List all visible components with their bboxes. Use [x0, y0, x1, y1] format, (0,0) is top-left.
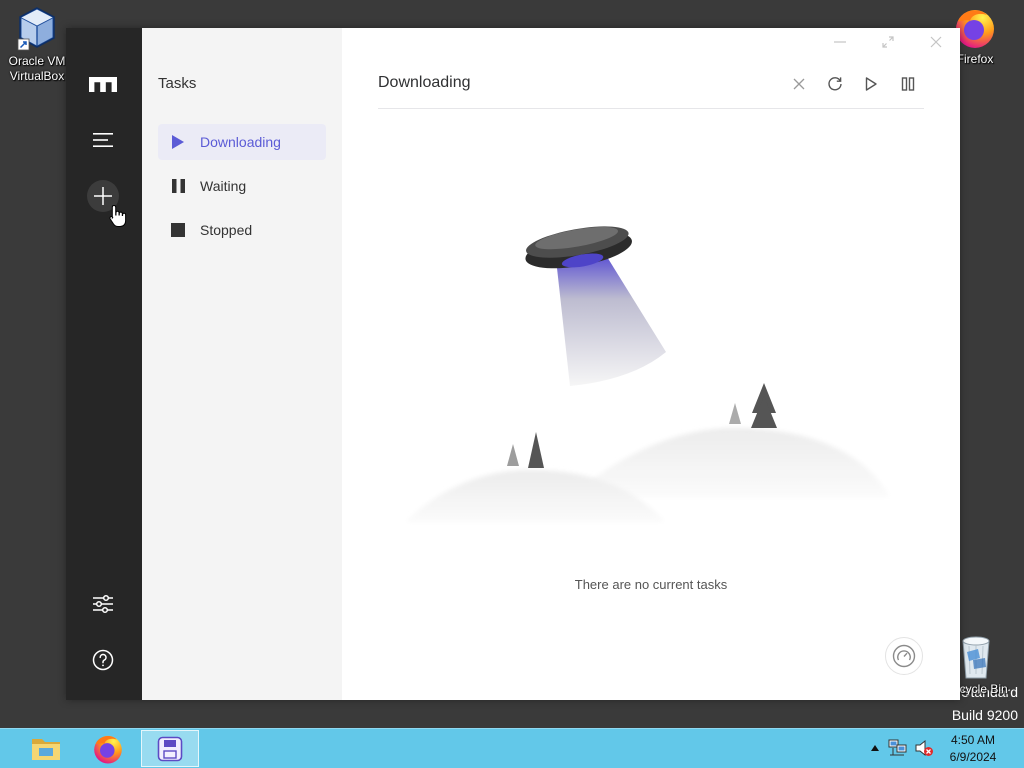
task-filter-downloading[interactable]: Downloading: [158, 124, 326, 160]
os-watermark-build: Build 9200: [951, 707, 1018, 723]
play-icon: [158, 135, 198, 149]
app-sidebar: [66, 28, 142, 700]
task-filter-label: Stopped: [200, 222, 253, 238]
pause-all-icon: [901, 77, 915, 91]
pause-all-button[interactable]: [898, 74, 918, 94]
tasks-panel-title: Tasks: [158, 75, 197, 92]
resume-all-button[interactable]: [861, 74, 881, 94]
network-icon[interactable]: [888, 739, 908, 757]
add-task-icon: [94, 187, 112, 205]
tree-right-large: [751, 383, 777, 428]
taskbar-app-firefox[interactable]: [79, 730, 137, 767]
light-beam: [556, 252, 666, 386]
stop-icon: [158, 223, 198, 237]
motrix-window: Tasks Downloading Waiting Stopped Downlo…: [66, 28, 960, 700]
file-explorer-icon: [32, 738, 60, 760]
maximize-icon: [882, 36, 894, 48]
menu-button[interactable]: [87, 124, 119, 156]
help-icon: [92, 649, 114, 671]
taskbar: 4:50 AM 6/9/2024: [0, 728, 1024, 768]
show-hidden-icons-arrow[interactable]: [869, 743, 881, 753]
close-icon: [930, 36, 942, 48]
clock-time[interactable]: 4:50 AM: [944, 733, 1002, 747]
empty-state-message: There are no current tasks: [574, 577, 728, 592]
settings-button[interactable]: [87, 588, 119, 620]
desktop-icon-label: VirtualBox: [9, 69, 65, 83]
delete-tasks-button[interactable]: [789, 74, 809, 94]
minimize-button[interactable]: [832, 34, 848, 50]
pause-icon: [158, 179, 198, 193]
taskbar-app-file-explorer[interactable]: [17, 730, 75, 767]
header-divider: [378, 108, 924, 109]
help-button[interactable]: [87, 644, 119, 676]
delete-icon: [793, 78, 805, 90]
speedometer-icon: [892, 644, 916, 668]
tree-left-large: [528, 432, 544, 468]
minimize-icon: [834, 41, 846, 43]
refresh-icon: [828, 77, 842, 91]
motrix-icon: [157, 736, 183, 761]
hill-right: [570, 428, 890, 497]
firefox-icon: [94, 735, 122, 764]
tasks-panel: Tasks Downloading Waiting Stopped: [142, 28, 342, 700]
task-filter-stopped[interactable]: Stopped: [158, 212, 326, 248]
close-button[interactable]: [928, 34, 944, 50]
volume-muted-icon[interactable]: [914, 739, 934, 757]
motrix-logo[interactable]: [87, 68, 119, 100]
tree-right-small: [729, 403, 741, 424]
page-title: Downloading: [378, 74, 471, 91]
settings-icon: [93, 594, 113, 614]
recycle-bin-icon: [962, 636, 990, 679]
menu-icon: [93, 133, 113, 147]
virtualbox-icon: [17, 7, 55, 51]
motrix-logo-icon: [89, 76, 117, 92]
taskbar-app-motrix[interactable]: [141, 730, 199, 767]
maximize-button[interactable]: [880, 34, 896, 50]
tree-left-small: [507, 444, 519, 466]
refresh-button[interactable]: [825, 74, 845, 94]
empty-state-illustration: [405, 226, 890, 522]
speedometer-button[interactable]: [885, 637, 923, 675]
resume-all-icon: [865, 77, 877, 91]
task-filter-label: Waiting: [200, 178, 247, 194]
task-filter-label: Downloading: [200, 134, 281, 150]
task-list-area: Downloading There are no current tasks: [342, 28, 960, 700]
desktop-icon-virtualbox[interactable]: Oracle VM VirtualBox: [2, 6, 72, 84]
clock-date[interactable]: 6/9/2024: [944, 750, 1002, 764]
mouse-cursor-hand-icon: [109, 204, 127, 227]
task-filter-waiting[interactable]: Waiting: [158, 168, 326, 204]
desktop-icon-label: Oracle VM: [8, 54, 66, 68]
